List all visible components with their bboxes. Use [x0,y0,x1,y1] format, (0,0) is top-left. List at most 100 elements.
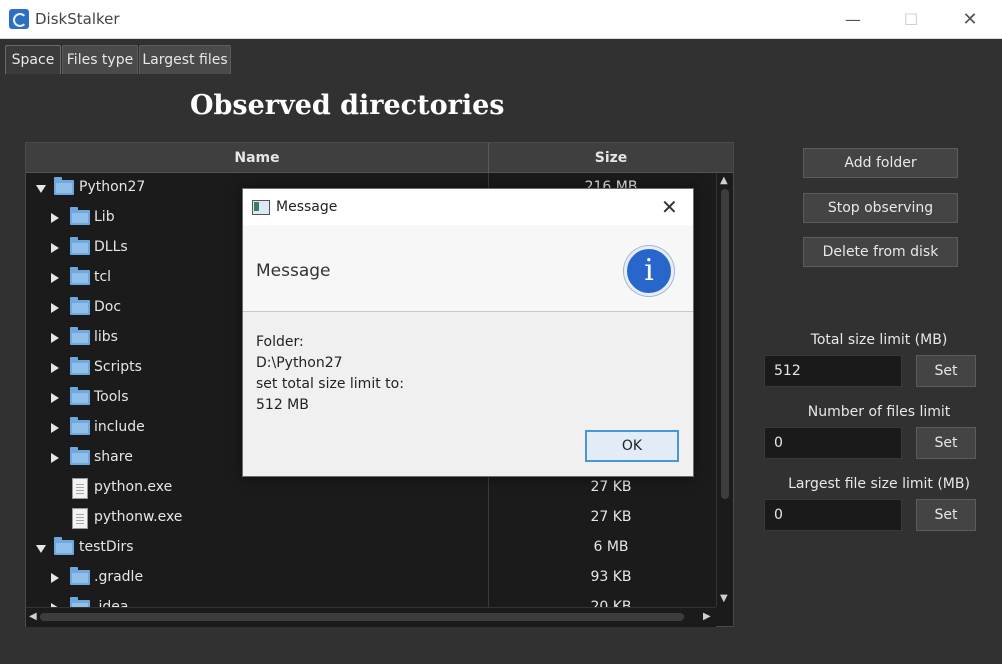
folder-icon [70,237,90,255]
dialog-title: Message [276,199,338,215]
folder-icon [70,447,90,465]
collapsed-arrow-icon[interactable] [51,423,59,433]
folder-icon [70,387,90,405]
close-icon: ✕ [661,195,678,219]
collapsed-arrow-icon[interactable] [51,243,59,253]
window-title: DiskStalker [35,10,120,28]
scroll-down-icon[interactable]: ▼ [720,593,728,604]
collapsed-arrow-icon[interactable] [51,213,59,223]
collapsed-arrow-icon[interactable] [51,573,59,583]
vertical-scroll-thumb[interactable] [721,189,729,499]
dialog-window-icon [252,200,270,215]
folder-icon [54,177,74,195]
file-icon [72,478,88,499]
tree-row-label: .idea [94,599,129,607]
vertical-scrollbar[interactable]: ▲ ▼ [716,173,733,607]
tab-files-type[interactable]: Files type [62,45,138,74]
total-size-limit-label: Total size limit (MB) [810,332,948,348]
tree-row-size: 93 KB [590,569,632,585]
set-files-limit-button[interactable]: Set [916,427,976,459]
app-window: DiskStalker — ☐ ✕ Space Files type Large… [0,0,1002,664]
column-header-name[interactable]: Name [26,143,489,172]
scroll-left-icon[interactable]: ◀ [29,611,37,622]
stop-observing-button[interactable]: Stop observing [803,193,958,223]
tree-row-label: include [94,419,145,435]
tree-row-label: Tools [94,389,129,405]
dialog-close-button[interactable]: ✕ [661,195,678,219]
dialog-body-line: Folder: [256,334,304,350]
collapsed-arrow-icon[interactable] [51,273,59,283]
tree-row[interactable]: python.exe 27 KB [26,473,716,503]
maximize-icon: ☐ [903,9,919,29]
expanded-arrow-icon[interactable] [36,545,46,553]
collapsed-arrow-icon[interactable] [51,393,59,403]
scroll-up-icon[interactable]: ▲ [720,175,728,186]
folder-icon [70,267,90,285]
tree-row-label: libs [94,329,118,345]
close-window-button[interactable]: ✕ [947,4,993,34]
horizontal-scrollbar[interactable]: ◀ ▶ [26,607,716,627]
total-size-limit-input[interactable]: 512 [764,355,902,387]
tree-row-label: Scripts [94,359,142,375]
tree-row-label: Lib [94,209,115,225]
message-dialog: Message ✕ Message i Folder: D:\Python27 … [242,188,694,477]
minimize-icon: — [845,9,861,29]
delete-from-disk-button[interactable]: Delete from disk [803,237,958,267]
ok-button[interactable]: OK [585,430,679,462]
dialog-body-line: D:\Python27 [256,355,343,371]
dialog-body: Folder: D:\Python27 set total size limit… [256,332,404,416]
tab-space[interactable]: Space [5,45,61,74]
files-limit-label: Number of files limit [807,404,951,420]
collapsed-arrow-icon[interactable] [51,303,59,313]
dialog-title-bar: Message ✕ [243,189,693,225]
tree-row-label: Doc [94,299,122,315]
folder-icon [70,417,90,435]
page-title: Observed directories [190,90,505,121]
tree-row-label: DLLs [94,239,128,255]
maximize-button[interactable]: ☐ [888,4,934,34]
table-header: Name Size [26,143,733,173]
expanded-arrow-icon[interactable] [36,185,46,193]
set-largest-file-button[interactable]: Set [916,499,976,531]
tree-row[interactable]: .idea 20 KB [26,593,716,607]
collapsed-arrow-icon[interactable] [51,333,59,343]
tree-row[interactable]: pythonw.exe 27 KB [26,503,716,533]
folder-icon [54,537,74,555]
minimize-button[interactable]: — [830,4,876,34]
dialog-header-text: Message [256,261,331,281]
folder-icon [70,357,90,375]
folder-icon [70,297,90,315]
scroll-right-icon[interactable]: ▶ [703,611,711,622]
files-limit-input[interactable]: 0 [764,427,902,459]
tree-row[interactable]: testDirs 6 MB [26,533,716,563]
column-header-size[interactable]: Size [489,143,733,172]
largest-file-limit-label: Largest file size limit (MB) [788,476,970,492]
file-icon [72,508,88,529]
tree-row-label: tcl [94,269,112,285]
set-total-size-button[interactable]: Set [916,355,976,387]
dialog-body-line: set total size limit to: [256,376,404,392]
tree-row-size: 6 MB [593,539,629,555]
collapsed-arrow-icon[interactable] [51,453,59,463]
tree-row[interactable]: .gradle 93 KB [26,563,716,593]
collapsed-arrow-icon[interactable] [51,363,59,373]
tree-row-label: .gradle [94,569,144,585]
info-icon: i [624,246,674,296]
folder-icon [70,207,90,225]
largest-file-limit-input[interactable]: 0 [764,499,902,531]
close-icon: ✕ [962,8,978,30]
tree-row-label: share [94,449,133,465]
title-bar: DiskStalker — ☐ ✕ [0,0,1002,39]
tree-row-label: python.exe [94,479,173,495]
horizontal-scroll-thumb[interactable] [40,613,684,621]
tree-row-label: Python27 [79,179,146,195]
dialog-body-line: 512 MB [256,397,309,413]
tree-row-size: 27 KB [590,509,632,525]
folder-icon [70,327,90,345]
tree-row-label: testDirs [79,539,134,555]
folder-icon [70,597,90,607]
tab-largest-files[interactable]: Largest files [139,45,231,74]
tree-row-size: 27 KB [590,479,632,495]
tree-row-label: pythonw.exe [94,509,183,525]
add-folder-button[interactable]: Add folder [803,148,958,178]
